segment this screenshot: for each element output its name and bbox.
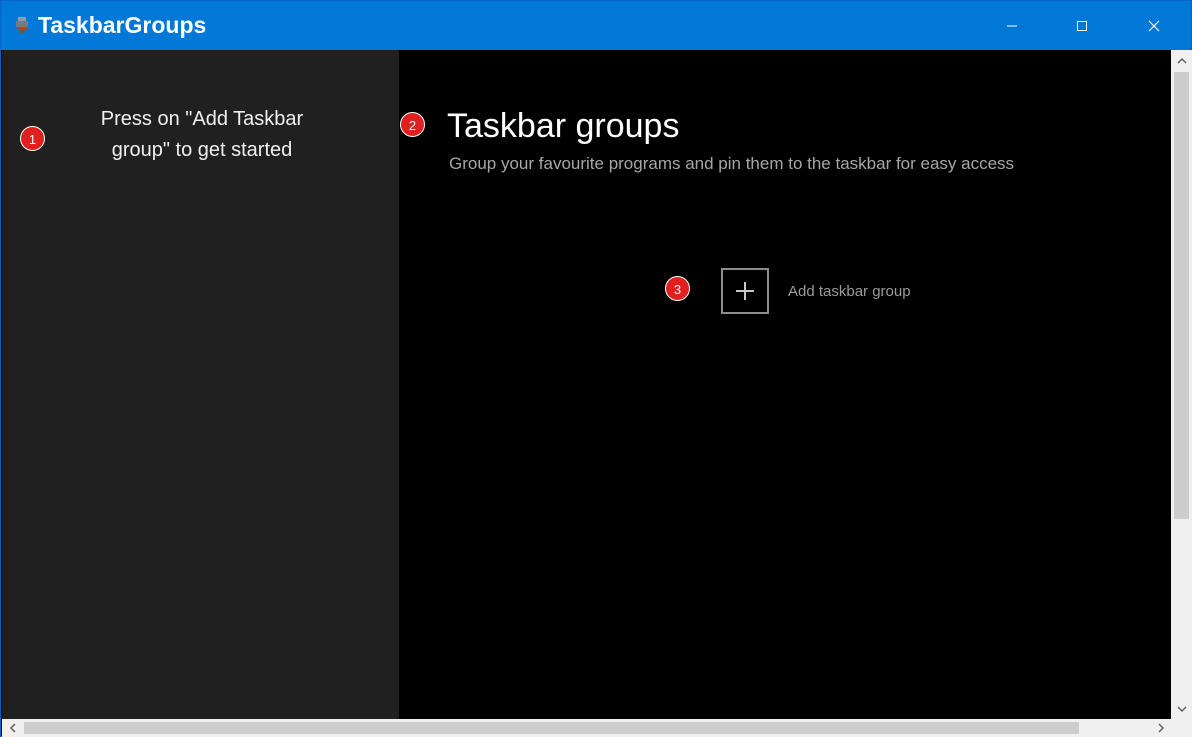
scroll-down-button[interactable]: [1171, 698, 1192, 719]
maximize-button[interactable]: [1047, 1, 1117, 50]
window-title: TaskbarGroups: [38, 12, 207, 38]
plus-icon: [736, 282, 754, 300]
annotation-badge-3: 3: [665, 276, 690, 301]
add-taskbar-group-button[interactable]: Add taskbar group: [721, 268, 911, 314]
annotation-badge-2: 2: [400, 112, 425, 137]
scroll-right-button[interactable]: [1150, 719, 1171, 737]
minimize-button[interactable]: [977, 1, 1047, 50]
sidebar-hint: Press on "Add Taskbar group" to get star…: [100, 108, 304, 161]
scrollbar-corner: [1171, 719, 1192, 737]
chevron-down-icon: [1176, 705, 1187, 712]
chevron-left-icon: [9, 723, 16, 733]
maximize-icon: [1077, 20, 1087, 31]
chevron-up-icon: [1176, 57, 1187, 64]
vertical-scroll-thumb[interactable]: [1174, 72, 1189, 519]
close-button[interactable]: [1119, 1, 1189, 50]
vertical-scrollbar[interactable]: [1171, 50, 1192, 719]
horizontal-scroll-thumb[interactable]: [24, 722, 1079, 734]
page-title: Taskbar groups: [447, 107, 680, 145]
horizontal-scrollbar[interactable]: [2, 719, 1171, 737]
title-bar[interactable]: TaskbarGroups: [1, 1, 1191, 50]
annotation-badge-1: 1: [20, 126, 45, 151]
close-icon: [1148, 20, 1160, 31]
scroll-left-button[interactable]: [2, 719, 23, 737]
add-box[interactable]: [721, 268, 769, 314]
scroll-up-button[interactable]: [1171, 50, 1192, 71]
chevron-right-icon: [1157, 723, 1164, 733]
page-subtitle: Group your favourite programs and pin th…: [449, 154, 1015, 173]
app-window: TaskbarGroups Press on "Add Taskbar grou…: [0, 0, 1192, 737]
app-icon: [16, 17, 28, 33]
sidebar: Press on "Add Taskbar group" to get star…: [2, 50, 399, 719]
main-panel: Taskbar groups Group your favourite prog…: [399, 50, 1171, 719]
add-taskbar-group-label[interactable]: Add taskbar group: [788, 283, 911, 300]
minimize-icon: [1007, 25, 1017, 26]
